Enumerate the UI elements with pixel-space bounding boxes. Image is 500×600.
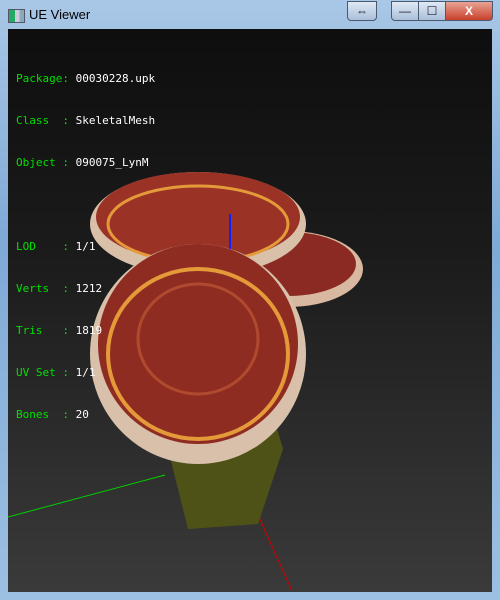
info-class: Class : SkeletalMesh <box>16 114 156 127</box>
resize-button[interactable]: ⇔ <box>347 1 377 21</box>
close-button[interactable]: X <box>445 1 493 21</box>
x-axis-line <box>8 474 166 518</box>
y-axis-line <box>257 514 293 592</box>
info-lod: LOD : 1/1 <box>16 240 96 253</box>
title-bar[interactable]: UE Viewer ⇔ — ☐ X <box>0 0 500 29</box>
info-tris: Tris : 1819 <box>16 324 103 337</box>
info-verts: Verts : 1212 <box>16 282 103 295</box>
info-uvset: UV Set : 1/1 <box>16 366 96 379</box>
mesh-info-overlay: Package: 00030228.upk Class : SkeletalMe… <box>16 44 155 450</box>
3d-viewport[interactable]: Package: 00030228.upk Class : SkeletalMe… <box>8 29 492 592</box>
app-icon <box>8 9 25 23</box>
info-object: Object : 090075_LynM <box>16 156 149 169</box>
info-bones: Bones : 20 <box>16 408 89 421</box>
window-title: UE Viewer <box>29 7 91 22</box>
minimize-button[interactable]: — <box>391 1 419 21</box>
info-package: Package: 00030228.upk <box>16 72 156 85</box>
maximize-button[interactable]: ☐ <box>418 1 446 21</box>
